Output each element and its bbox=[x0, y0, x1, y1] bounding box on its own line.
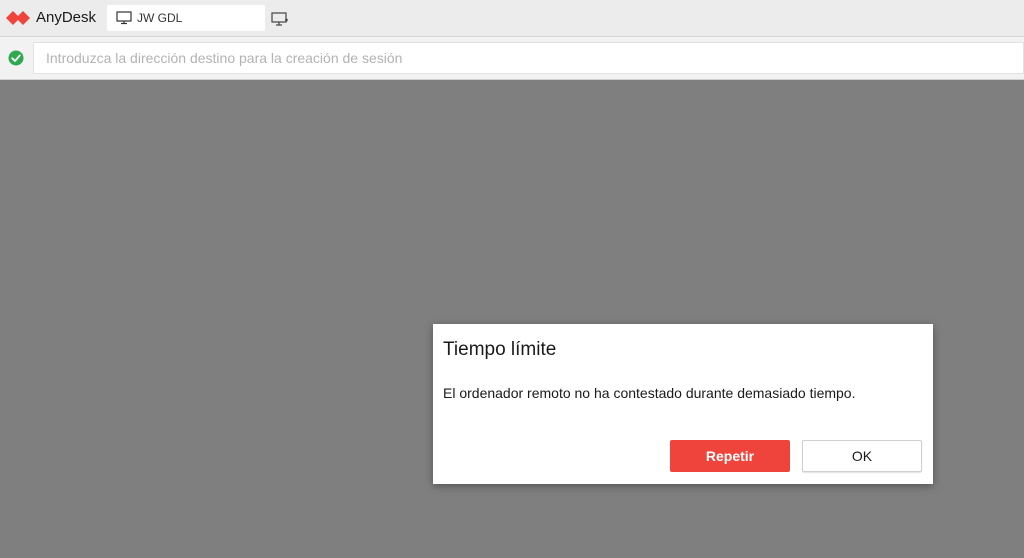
new-session-monitor-icon[interactable] bbox=[271, 11, 289, 27]
anydesk-logo-icon bbox=[6, 11, 30, 25]
tab-session[interactable]: JW GDL bbox=[107, 5, 265, 31]
workspace-area bbox=[0, 80, 1024, 558]
retry-button[interactable]: Repetir bbox=[670, 440, 790, 472]
remote-address-input[interactable] bbox=[33, 42, 1024, 74]
address-bar bbox=[0, 37, 1024, 80]
check-circle-icon bbox=[8, 50, 24, 66]
monitor-icon bbox=[116, 11, 132, 25]
timeout-dialog: Tiempo límite El ordenador remoto no ha … bbox=[433, 324, 933, 484]
dialog-title: Tiempo límite bbox=[443, 339, 557, 360]
tab-label: JW GDL bbox=[137, 11, 183, 25]
dialog-message: El ordenador remoto no ha contestado dur… bbox=[443, 385, 856, 401]
title-bar: AnyDesk JW GDL bbox=[0, 0, 1024, 37]
app-name: AnyDesk bbox=[36, 9, 97, 26]
ok-button[interactable]: OK bbox=[802, 440, 922, 472]
